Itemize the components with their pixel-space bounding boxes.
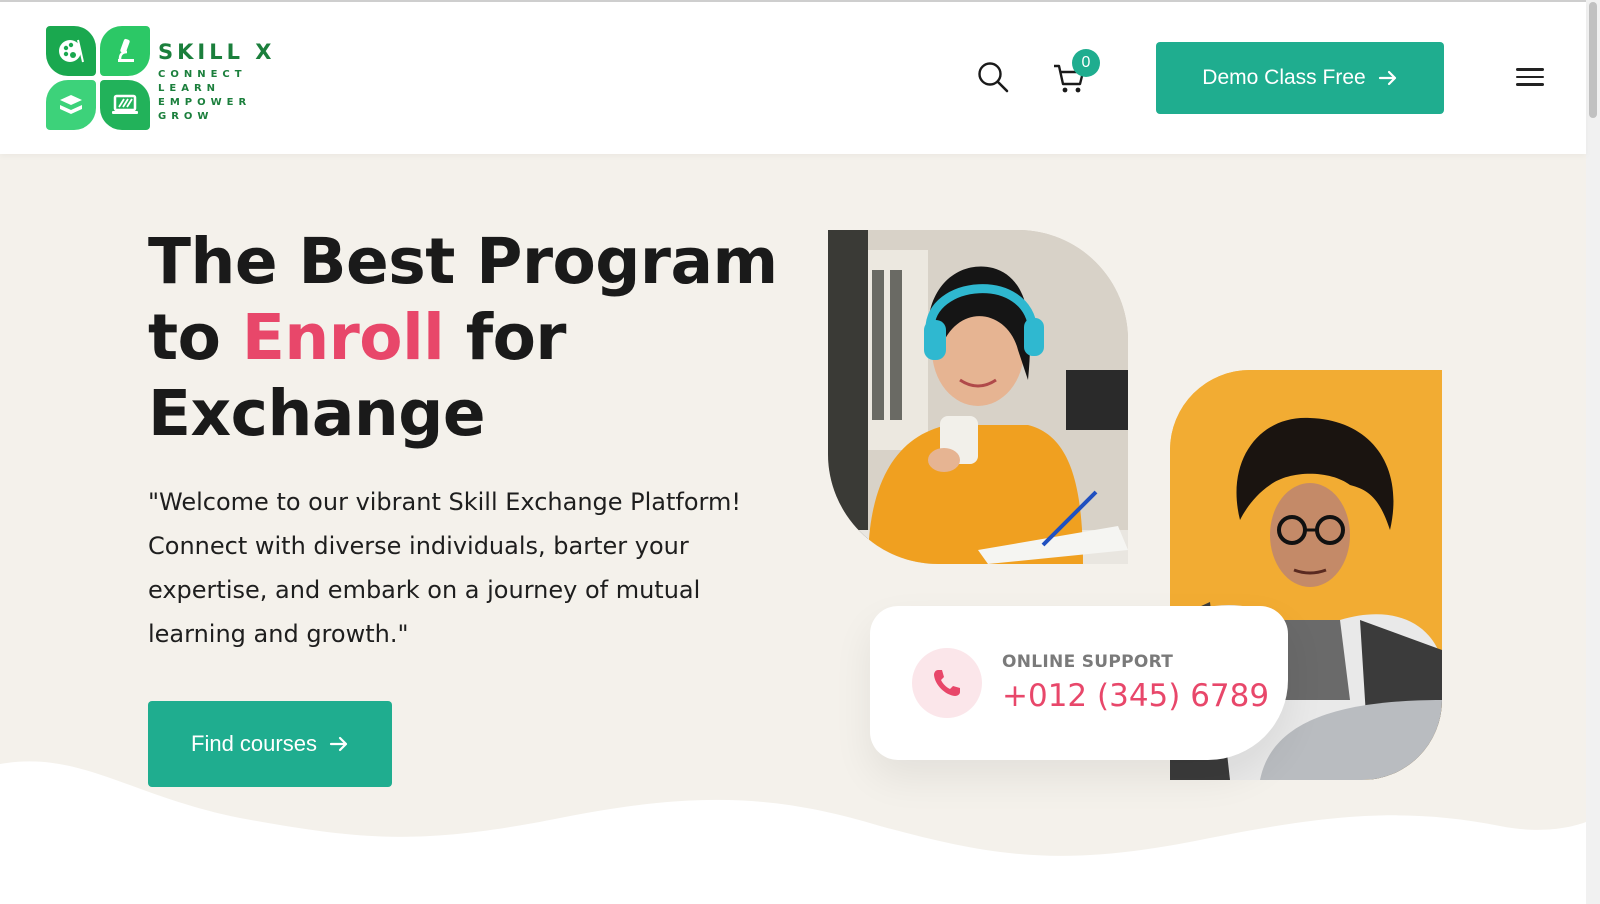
cart-count-badge: 0	[1072, 49, 1100, 77]
logo-tagline-empower: EMPOWER	[158, 97, 252, 108]
brand-logo[interactable]: SKILL X CONNECT LEARN EMPOWER GROW	[46, 26, 276, 132]
search-icon	[978, 62, 1009, 93]
hamburger-menu-icon	[1516, 68, 1544, 71]
logo-wordmark: SKILL X	[158, 40, 276, 64]
phone-icon-circle[interactable]	[912, 648, 982, 718]
headline-word-for: for	[465, 301, 567, 374]
find-courses-button[interactable]: Find courses	[148, 701, 392, 787]
books-icon	[46, 80, 96, 130]
headline-line-3: Exchange	[148, 377, 486, 450]
site-header: SKILL X CONNECT LEARN EMPOWER GROW 0 Dem…	[0, 2, 1586, 154]
logo-tagline-connect: CONNECT	[158, 69, 247, 80]
support-phone-number[interactable]: +012 (345) 6789	[1002, 678, 1269, 714]
find-courses-label: Find courses	[191, 731, 317, 756]
headline-word-to: to	[148, 301, 221, 374]
hero-section: The Best Program to Enroll for Exchange …	[0, 154, 1586, 904]
laptop-icon	[100, 80, 150, 130]
phone-icon	[934, 670, 960, 696]
hamburger-bar	[1516, 83, 1544, 86]
headline-accent-enroll: Enroll	[241, 301, 445, 374]
online-support-card: ONLINE SUPPORT +012 (345) 6789	[870, 606, 1288, 760]
palette-icon	[46, 26, 96, 76]
hero-headline: The Best Program to Enroll for Exchange	[148, 224, 788, 452]
hero-intro-text: "Welcome to our vibrant Skill Exchange P…	[148, 488, 741, 648]
scrollbar-thumb[interactable]	[1589, 2, 1597, 118]
logo-tagline-grow: GROW	[158, 111, 214, 122]
student-photo-headphones	[828, 230, 1128, 564]
page-scrollbar[interactable]	[1586, 0, 1600, 904]
arrow-right-icon	[329, 736, 348, 752]
logo-mark	[46, 26, 150, 130]
hamburger-menu-button[interactable]	[1516, 68, 1544, 90]
demo-class-button[interactable]: Demo Class Free	[1156, 42, 1444, 114]
hamburger-bar	[1516, 75, 1544, 78]
search-button[interactable]	[976, 60, 1010, 94]
headline-line-1: The Best Program	[148, 225, 778, 298]
logo-tagline-learn: LEARN	[158, 83, 221, 94]
online-support-label: ONLINE SUPPORT	[1002, 652, 1174, 672]
microscope-icon	[100, 26, 150, 76]
demo-class-label: Demo Class Free	[1202, 66, 1366, 89]
arrow-right-icon	[1378, 70, 1396, 86]
